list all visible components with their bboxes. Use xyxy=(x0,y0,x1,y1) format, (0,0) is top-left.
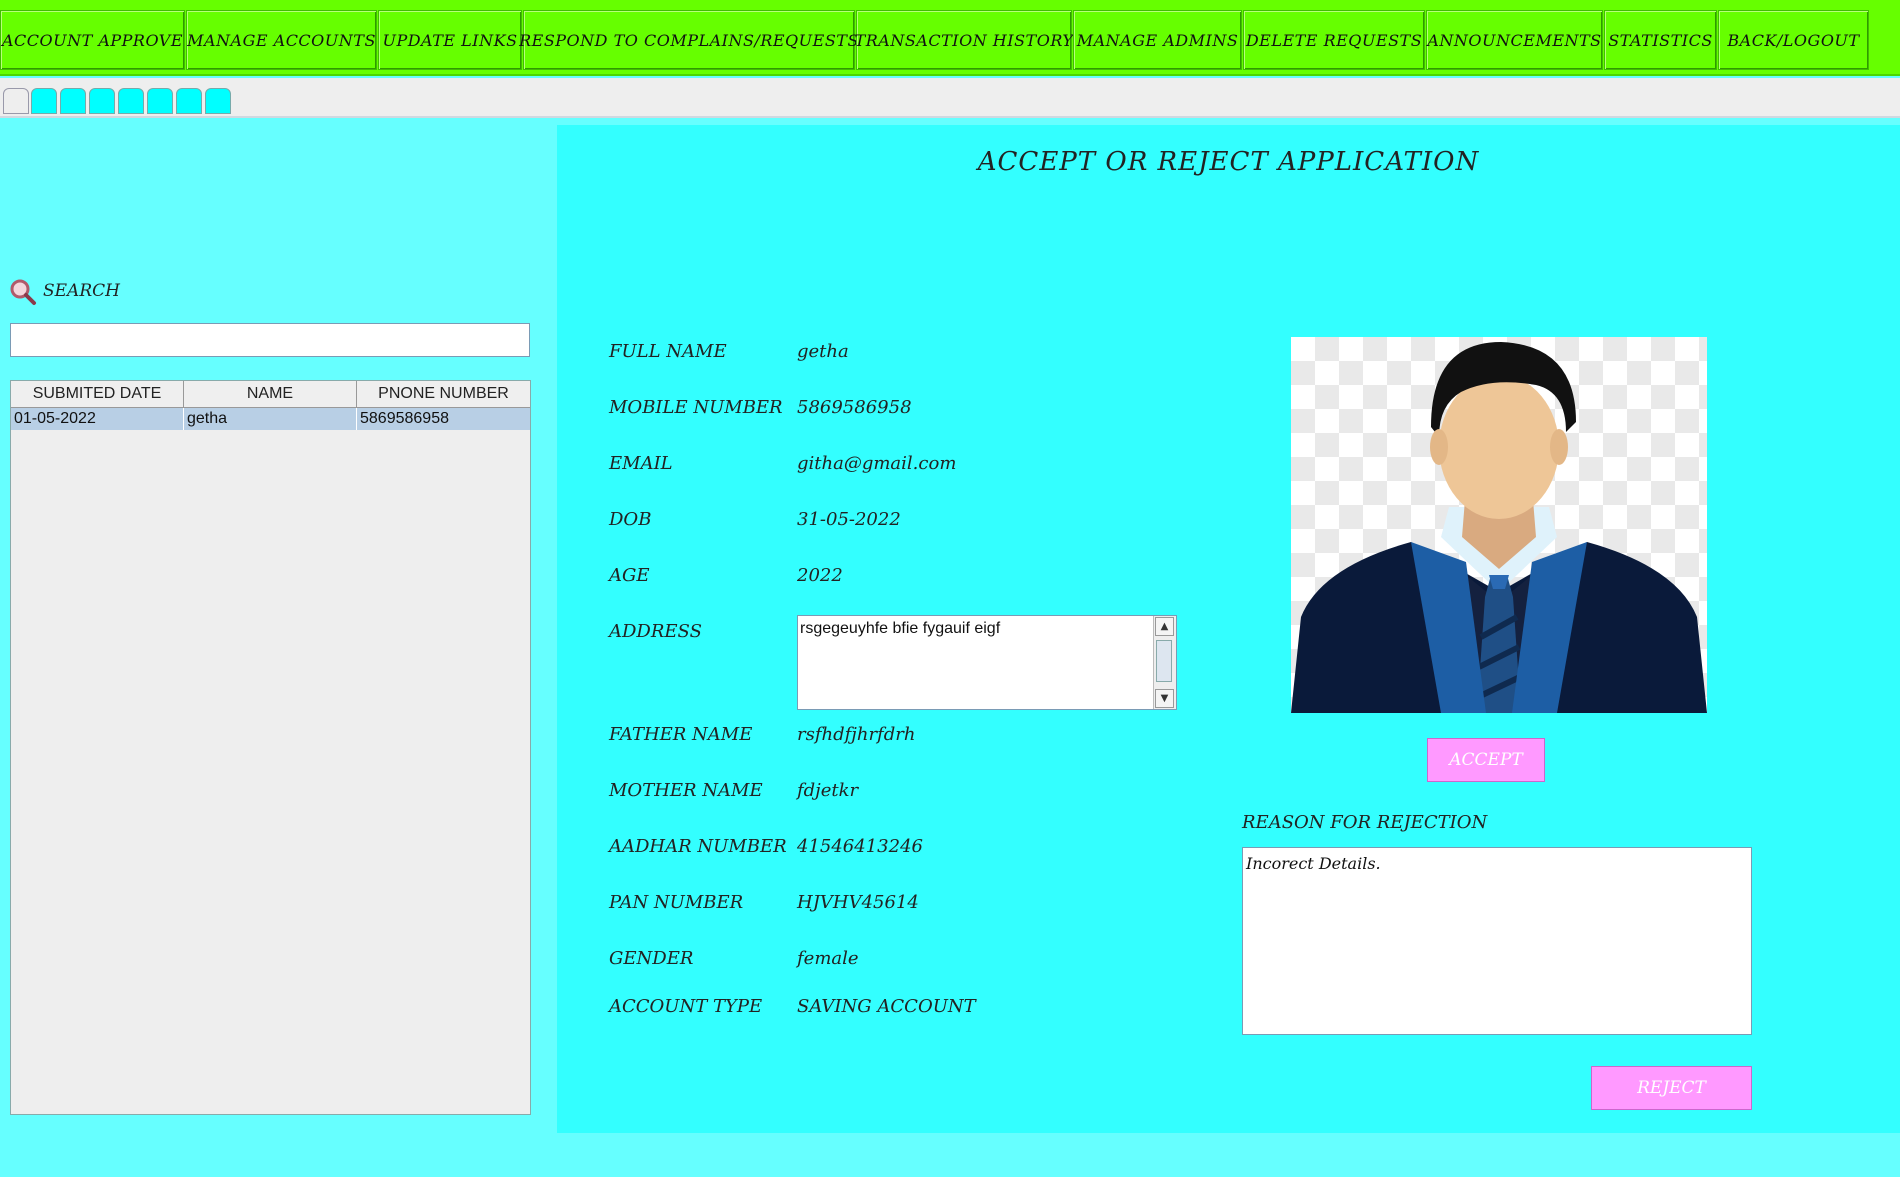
value-email: githa@gmail.com xyxy=(797,453,957,474)
col-header-phone[interactable]: PNONE NUMBER xyxy=(357,381,530,408)
label-address: ADDRESS xyxy=(609,621,702,642)
address-text: rsgegeuyhfe bfie fygauif eigf xyxy=(800,620,1001,637)
tab-strip xyxy=(0,78,1900,118)
search-input[interactable] xyxy=(10,323,530,357)
applicant-photo xyxy=(1291,337,1707,713)
label-email: EMAIL xyxy=(609,453,673,474)
tab-3[interactable] xyxy=(60,88,86,114)
menu-manage-admins[interactable]: MANAGE ADMINS xyxy=(1073,10,1242,70)
value-dob: 31-05-2022 xyxy=(797,509,901,530)
avatar-icon xyxy=(1291,342,1707,713)
address-textarea[interactable]: rsgegeuyhfe bfie fygauif eigf ▲ ▼ xyxy=(797,615,1177,710)
menu-statistics[interactable]: STATISTICS xyxy=(1604,10,1717,70)
address-scrollbar[interactable]: ▲ ▼ xyxy=(1153,616,1176,709)
col-header-submitted-date[interactable]: SUBMITED DATE xyxy=(11,381,184,408)
value-age: 2022 xyxy=(797,565,843,586)
rejection-reason-textarea[interactable]: Incorect Details. xyxy=(1242,847,1752,1035)
tab-1[interactable] xyxy=(3,88,29,114)
tab-4[interactable] xyxy=(89,88,115,114)
tab-7[interactable] xyxy=(176,88,202,114)
value-pan-number: HJVHV45614 xyxy=(797,892,919,913)
accept-button[interactable]: ACCEPT xyxy=(1427,738,1545,782)
label-dob: DOB xyxy=(609,509,652,530)
scroll-thumb[interactable] xyxy=(1156,640,1172,682)
menu-transaction-history[interactable]: TRANSACTION HISTORY xyxy=(855,10,1073,70)
search-icon xyxy=(9,278,37,306)
cell-submitted-date: 01-05-2022 xyxy=(11,408,184,430)
value-full-name: getha xyxy=(797,341,849,362)
value-aadhar-number: 41546413246 xyxy=(797,836,923,857)
label-full-name: FULL NAME xyxy=(609,341,727,362)
menu-delete-requests[interactable]: DELETE REQUESTS xyxy=(1243,10,1425,70)
menu-manage-accounts[interactable]: MANAGE ACCOUNTS xyxy=(186,10,377,70)
applications-table: SUBMITED DATE NAME PNONE NUMBER 01-05-20… xyxy=(10,380,531,1115)
label-gender: GENDER xyxy=(609,948,694,969)
tab-5[interactable] xyxy=(118,88,144,114)
cell-phone: 5869586958 xyxy=(360,410,449,427)
menu-account-approve[interactable]: ACCOUNT APPROVE xyxy=(0,10,185,70)
cell-name: getha xyxy=(184,408,357,430)
reject-button[interactable]: REJECT xyxy=(1591,1066,1752,1110)
menu-announcements[interactable]: ANNOUNCEMENTS xyxy=(1426,10,1603,70)
value-father-name: rsfhdfjhrfdrh xyxy=(797,724,916,745)
value-mother-name: fdjetkr xyxy=(797,780,859,801)
label-pan-number: PAN NUMBER xyxy=(609,892,744,913)
label-father-name: FATHER NAME xyxy=(609,724,753,745)
label-aadhar-number: AADHAR NUMBER xyxy=(609,836,787,857)
top-menu-bar: ACCOUNT APPROVE MANAGE ACCOUNTS UPDATE L… xyxy=(0,0,1900,76)
label-mother-name: MOTHER NAME xyxy=(609,780,763,801)
menu-back-logout[interactable]: BACK/LOGOUT xyxy=(1718,10,1869,70)
reason-label: REASON FOR REJECTION xyxy=(1242,812,1488,833)
value-account-type: SAVING ACCOUNT xyxy=(797,996,976,1017)
label-mobile-number: MOBILE NUMBER xyxy=(609,397,783,418)
col-header-name[interactable]: NAME xyxy=(184,381,357,408)
tab-2[interactable] xyxy=(31,88,57,114)
menu-respond-complaints[interactable]: RESPOND TO COMPLAINS/REQUESTS xyxy=(519,10,858,70)
value-gender: female xyxy=(797,948,859,969)
label-age: AGE xyxy=(609,565,650,586)
scroll-up-icon[interactable]: ▲ xyxy=(1155,617,1174,636)
tab-8[interactable] xyxy=(205,88,231,114)
tab-6[interactable] xyxy=(147,88,173,114)
value-mobile-number: 5869586958 xyxy=(797,397,912,418)
page-title: ACCEPT OR REJECT APPLICATION xyxy=(977,147,1480,177)
search-label: SEARCH xyxy=(43,281,120,301)
table-row[interactable]: 01-05-2022 getha 5869586958 xyxy=(11,408,530,430)
label-account-type: ACCOUNT TYPE xyxy=(609,996,763,1017)
scroll-down-icon[interactable]: ▼ xyxy=(1155,689,1174,708)
menu-update-links[interactable]: UPDATE LINKS xyxy=(378,10,522,70)
